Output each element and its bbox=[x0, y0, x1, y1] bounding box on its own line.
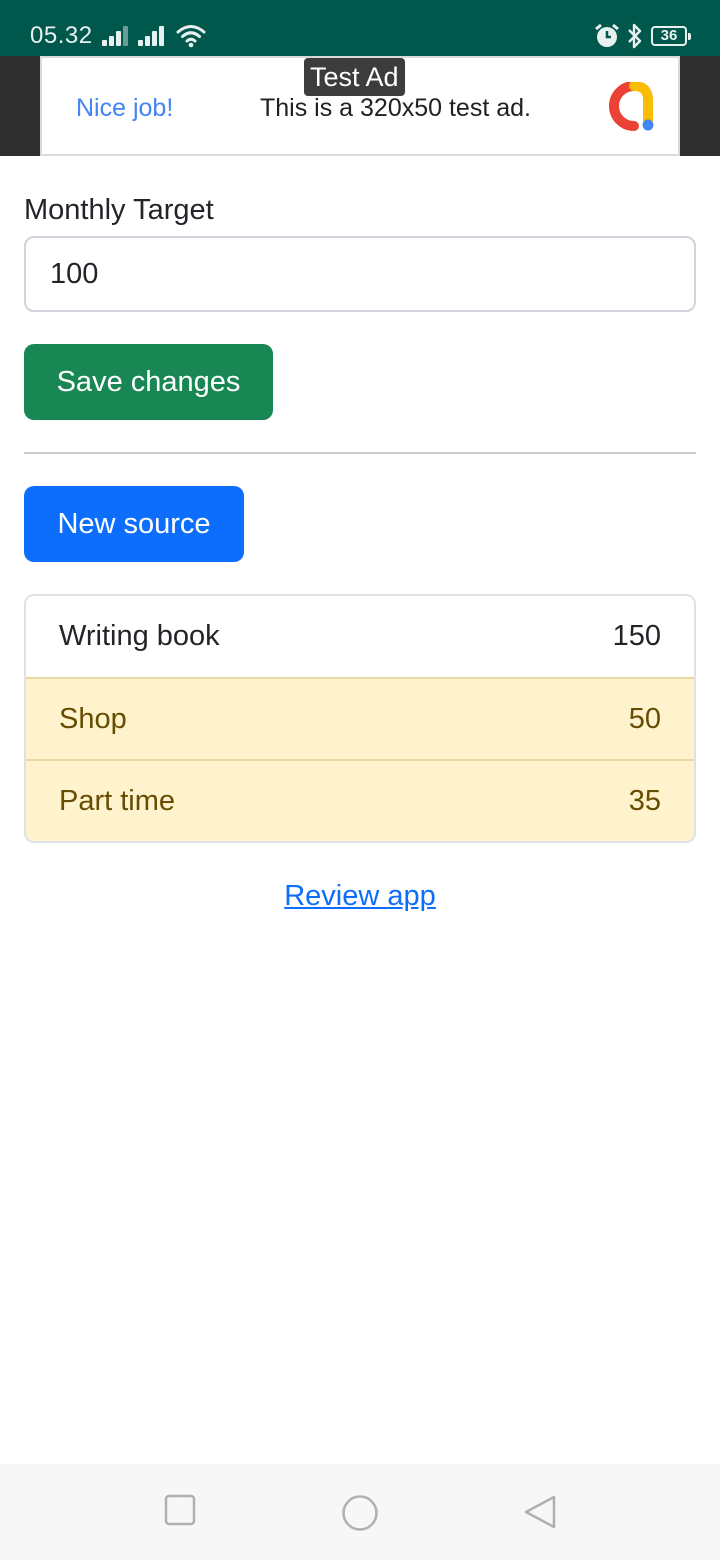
source-amount: 50 bbox=[628, 702, 661, 735]
back-triangle-icon[interactable] bbox=[522, 1494, 558, 1530]
new-source-button[interactable]: New source bbox=[24, 486, 244, 562]
source-list: Writing book 150 Shop 50 Part time 35 bbox=[24, 594, 696, 843]
source-amount: 35 bbox=[628, 784, 661, 817]
source-name: Part time bbox=[59, 784, 176, 817]
navigation-bar bbox=[0, 1464, 720, 1560]
monthly-target-input[interactable] bbox=[24, 236, 696, 312]
source-amount: 150 bbox=[612, 620, 661, 652]
list-item[interactable]: Shop 50 bbox=[26, 677, 694, 759]
status-bar: 05.32 36 bbox=[0, 0, 720, 56]
monthly-target-label: Monthly Target bbox=[24, 194, 214, 226]
list-item[interactable]: Writing book 150 bbox=[26, 596, 694, 677]
signal-icon bbox=[102, 26, 130, 46]
ad-headline[interactable]: Nice job! bbox=[76, 94, 173, 123]
review-app-link[interactable]: Review app bbox=[0, 880, 720, 913]
list-item[interactable]: Part time 35 bbox=[26, 759, 694, 841]
recents-square-icon[interactable] bbox=[164, 1494, 196, 1526]
status-time: 05.32 bbox=[30, 22, 93, 49]
battery-icon: 36 bbox=[651, 26, 691, 46]
source-name: Writing book bbox=[59, 620, 220, 652]
alarm-icon bbox=[595, 23, 619, 47]
divider bbox=[24, 452, 696, 454]
admob-logo-icon bbox=[609, 82, 654, 131]
home-circle-icon[interactable] bbox=[341, 1494, 379, 1532]
bluetooth-icon bbox=[628, 23, 642, 49]
source-name: Shop bbox=[59, 702, 127, 735]
ad-text[interactable]: This is a 320x50 test ad. bbox=[260, 94, 531, 123]
ad-banner-strip: Nice job! This is a 320x50 test ad. Test… bbox=[0, 56, 720, 156]
signal-icon bbox=[138, 26, 166, 46]
ad-label: Test Ad bbox=[304, 58, 405, 96]
save-changes-button[interactable]: Save changes bbox=[24, 344, 273, 420]
wifi-icon bbox=[176, 25, 206, 48]
